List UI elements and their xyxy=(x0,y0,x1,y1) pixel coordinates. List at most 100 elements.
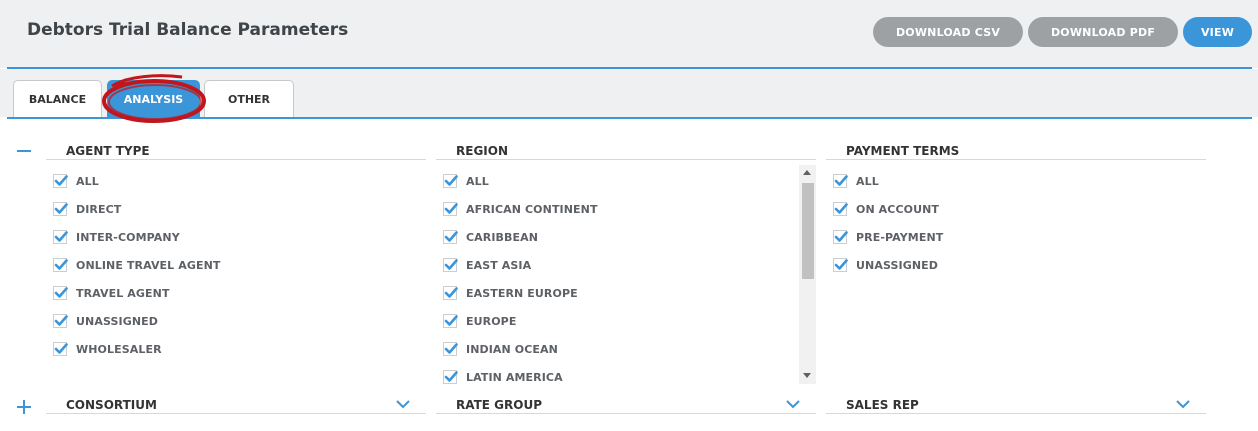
checkbox[interactable] xyxy=(443,174,458,188)
region-option[interactable]: EASTERN EUROPE xyxy=(443,283,578,303)
agent-type-option[interactable]: ONLINE TRAVEL AGENT xyxy=(53,255,220,275)
payment-terms-option[interactable]: ALL xyxy=(833,171,879,191)
rate-group-title[interactable]: RATE GROUP xyxy=(456,398,542,412)
region-option[interactable]: LATIN AMERICA xyxy=(443,367,563,387)
chevron-down-icon[interactable] xyxy=(395,398,411,410)
check-icon xyxy=(834,175,848,186)
check-icon xyxy=(444,231,458,242)
consortium-title[interactable]: CONSORTIUM xyxy=(66,398,157,412)
agent-type-option[interactable]: UNASSIGNED xyxy=(53,311,158,331)
consortium-divider xyxy=(46,413,426,414)
region-title: REGION xyxy=(456,144,508,158)
sales-rep-divider xyxy=(826,413,1206,414)
option-label: EASTERN EUROPE xyxy=(466,286,578,300)
checkbox[interactable] xyxy=(53,202,68,216)
region-option[interactable]: AFRICAN CONTINENT xyxy=(443,199,598,219)
payment-terms-title: PAYMENT TERMS xyxy=(846,144,960,158)
payment-terms-divider xyxy=(826,159,1206,160)
check-icon xyxy=(54,259,68,270)
check-icon xyxy=(444,371,458,382)
checkbox[interactable] xyxy=(443,258,458,272)
checkbox[interactable] xyxy=(53,258,68,272)
checkbox[interactable] xyxy=(833,202,848,216)
option-label: TRAVEL AGENT xyxy=(76,286,170,300)
checkbox[interactable] xyxy=(53,174,68,188)
check-icon xyxy=(834,231,848,242)
checkbox[interactable] xyxy=(53,286,68,300)
option-label: DIRECT xyxy=(76,202,122,216)
option-label: INTER-COMPANY xyxy=(76,230,180,244)
region-divider xyxy=(436,159,816,160)
checkbox[interactable] xyxy=(443,370,458,384)
tab-analysis[interactable]: ANALYSIS xyxy=(107,80,200,118)
check-icon xyxy=(54,203,68,214)
chevron-down-icon[interactable] xyxy=(785,398,801,410)
checkbox[interactable] xyxy=(833,230,848,244)
region-option[interactable]: ALL xyxy=(443,171,489,191)
checkbox[interactable] xyxy=(833,258,848,272)
checkbox[interactable] xyxy=(443,314,458,328)
option-label: ONLINE TRAVEL AGENT xyxy=(76,258,221,272)
download-pdf-button[interactable]: DOWNLOAD PDF xyxy=(1028,17,1178,47)
agent-type-option[interactable]: WHOLESALER xyxy=(53,339,162,359)
region-option[interactable]: INDIAN OCEAN xyxy=(443,339,558,359)
tab-divider xyxy=(7,117,1252,119)
minus-icon[interactable] xyxy=(16,143,32,159)
check-icon xyxy=(54,175,68,186)
rate-group-divider xyxy=(436,413,816,414)
checkbox[interactable] xyxy=(833,174,848,188)
payment-terms-option[interactable]: UNASSIGNED xyxy=(833,255,938,275)
checkbox[interactable] xyxy=(443,202,458,216)
chevron-down-icon[interactable] xyxy=(1175,398,1191,410)
check-icon xyxy=(444,175,458,186)
agent-type-option[interactable]: DIRECT xyxy=(53,199,121,219)
checkbox[interactable] xyxy=(443,230,458,244)
checkbox[interactable] xyxy=(53,342,68,356)
option-label: EUROPE xyxy=(466,314,517,328)
check-icon xyxy=(444,259,458,270)
agent-type-option[interactable]: TRAVEL AGENT xyxy=(53,283,170,303)
checkbox[interactable] xyxy=(443,342,458,356)
tab-balance[interactable]: BALANCE xyxy=(13,80,102,118)
check-icon xyxy=(54,343,68,354)
checkbox[interactable] xyxy=(443,286,458,300)
option-label: ALL xyxy=(466,174,489,188)
check-icon xyxy=(54,315,68,326)
region-option[interactable]: EUROPE xyxy=(443,311,516,331)
check-icon xyxy=(444,343,458,354)
option-label: CARIBBEAN xyxy=(466,230,539,244)
agent-type-option[interactable]: INTER-COMPANY xyxy=(53,227,180,247)
checkbox[interactable] xyxy=(53,314,68,328)
check-icon xyxy=(834,203,848,214)
tab-other[interactable]: OTHER xyxy=(204,80,294,118)
check-icon xyxy=(54,231,68,242)
region-scrollbar-thumb[interactable] xyxy=(802,183,814,279)
region-option[interactable]: CARIBBEAN xyxy=(443,227,538,247)
option-label: ALL xyxy=(76,174,99,188)
check-icon xyxy=(444,287,458,298)
download-csv-button[interactable]: DOWNLOAD CSV xyxy=(873,17,1023,47)
agent-type-option[interactable]: ALL xyxy=(53,171,99,191)
option-label: WHOLESALER xyxy=(76,342,162,356)
region-option[interactable]: EAST ASIA xyxy=(443,255,531,275)
check-icon xyxy=(54,287,68,298)
agent-type-divider xyxy=(46,159,426,160)
plus-icon[interactable] xyxy=(16,399,32,415)
check-icon xyxy=(444,203,458,214)
sales-rep-title[interactable]: SALES REP xyxy=(846,398,919,412)
checkbox[interactable] xyxy=(53,230,68,244)
payment-terms-option[interactable]: PRE-PAYMENT xyxy=(833,227,943,247)
option-label: EAST ASIA xyxy=(466,258,532,272)
option-label: INDIAN OCEAN xyxy=(466,342,558,356)
option-label: PRE-PAYMENT xyxy=(856,230,944,244)
option-label: LATIN AMERICA xyxy=(466,370,563,384)
view-button[interactable]: VIEW xyxy=(1183,17,1252,47)
agent-type-title: AGENT TYPE xyxy=(66,144,150,158)
check-icon xyxy=(444,315,458,326)
payment-terms-option[interactable]: ON ACCOUNT xyxy=(833,199,939,219)
scroll-down-arrow-icon[interactable] xyxy=(803,373,811,378)
option-label: UNASSIGNED xyxy=(76,314,158,328)
scroll-up-arrow-icon[interactable] xyxy=(803,170,811,175)
page-title: Debtors Trial Balance Parameters xyxy=(27,20,349,40)
option-label: ON ACCOUNT xyxy=(856,202,940,216)
